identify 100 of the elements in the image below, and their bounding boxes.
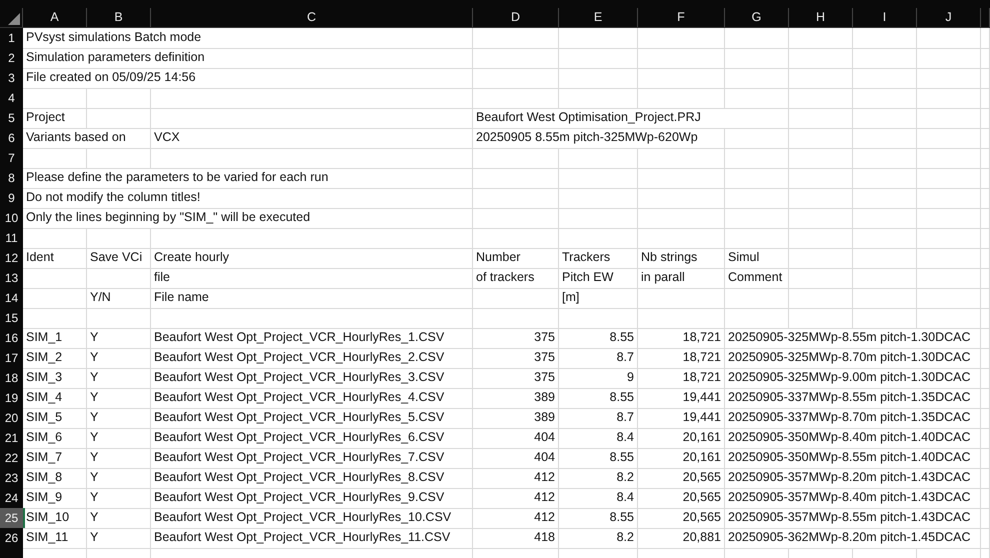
empty-cell xyxy=(789,268,853,289)
empty-cell xyxy=(725,68,789,89)
table-cell: Y xyxy=(87,448,151,469)
table-cell: Pitch EW xyxy=(559,268,638,289)
select-all-icon[interactable] xyxy=(8,13,20,25)
table-cell: 412 xyxy=(473,508,559,529)
empty-cell xyxy=(981,288,990,309)
empty-cell xyxy=(853,228,917,249)
row-number[interactable]: 21 xyxy=(0,428,23,449)
empty-cell xyxy=(917,28,981,49)
table-cell: Beaufort West Opt_Project_VCR_HourlyRes_10.CSV xyxy=(151,508,473,529)
row-number[interactable]: 4 xyxy=(0,88,23,109)
empty-cell xyxy=(981,328,990,349)
table-cell: Y xyxy=(87,408,151,429)
row-number[interactable]: 17 xyxy=(0,348,23,369)
row-number[interactable]: 12 xyxy=(0,248,23,269)
row-number[interactable]: 13 xyxy=(0,268,23,289)
table-cell: 8.55 xyxy=(559,388,638,409)
table-cell: Please define the parameters to be varied for each run xyxy=(23,168,473,189)
row-number[interactable]: 18 xyxy=(0,368,23,389)
row-number[interactable]: 11 xyxy=(0,228,23,249)
table-cell: SIM_11 xyxy=(23,528,87,549)
empty-cell xyxy=(981,448,990,469)
row-number[interactable]: 5 xyxy=(0,108,23,129)
table-cell: Nb strings xyxy=(638,248,725,269)
table-cell: 20250905-350MWp-8.40m pitch-1.40DCAC xyxy=(725,428,981,449)
row-number[interactable]: 7 xyxy=(0,148,23,169)
empty-cell xyxy=(917,128,981,149)
empty-cell xyxy=(917,168,981,189)
empty-cell xyxy=(981,388,990,409)
row-number[interactable]: 26 xyxy=(0,528,23,549)
table-cell: 20250905-325MWp-9.00m pitch-1.30DCAC xyxy=(725,368,981,389)
table-cell: Y xyxy=(87,468,151,489)
table-cell: SIM_8 xyxy=(23,468,87,489)
empty-cell xyxy=(981,188,990,209)
table-cell: Y xyxy=(87,328,151,349)
table-cell: 8.7 xyxy=(559,408,638,429)
row-number[interactable]: 20 xyxy=(0,408,23,429)
column-header[interactable]: B xyxy=(87,8,151,27)
column-header[interactable]: D xyxy=(473,8,559,27)
table-cell: Only the lines beginning by "SIM_" will be executed xyxy=(23,208,473,229)
empty-cell xyxy=(87,268,151,289)
column-header[interactable]: J xyxy=(917,8,981,27)
row-number[interactable]: 16 xyxy=(0,328,23,349)
row-number[interactable]: 6 xyxy=(0,128,23,149)
row-number[interactable]: 15 xyxy=(0,308,23,329)
table-cell: 20,565 xyxy=(638,488,725,509)
column-header[interactable]: A xyxy=(23,8,87,27)
column-header[interactable]: F xyxy=(638,8,725,27)
column-header[interactable]: C xyxy=(151,8,473,27)
empty-cell xyxy=(725,48,789,69)
table-cell: 8.55 xyxy=(559,448,638,469)
empty-cell xyxy=(725,88,789,109)
column-header[interactable]: I xyxy=(853,8,917,27)
table-cell: SIM_6 xyxy=(23,428,87,449)
table-cell: 20250905-325MWp-8.70m pitch-1.30DCAC xyxy=(725,348,981,369)
empty-cell xyxy=(853,108,917,129)
table-cell: 18,721 xyxy=(638,348,725,369)
empty-cell xyxy=(789,248,853,269)
column-header[interactable]: G xyxy=(725,8,789,27)
table-cell: 8.7 xyxy=(559,348,638,369)
empty-cell xyxy=(981,408,990,429)
empty-cell xyxy=(725,148,789,169)
row-number[interactable]: 3 xyxy=(0,68,23,89)
row-number[interactable]: 25 xyxy=(0,508,23,529)
empty-cell xyxy=(917,268,981,289)
empty-cell xyxy=(853,128,917,149)
table-cell: 404 xyxy=(473,448,559,469)
empty-cell xyxy=(853,88,917,109)
table-cell: 20,161 xyxy=(638,448,725,469)
table-cell: 18,721 xyxy=(638,328,725,349)
table-cell: Beaufort West Opt_Project_VCR_HourlyRes_2.CSV xyxy=(151,348,473,369)
table-cell: SIM_10 xyxy=(23,508,87,529)
empty-cell xyxy=(853,268,917,289)
table-cell: file xyxy=(151,268,473,289)
row-number[interactable]: 10 xyxy=(0,208,23,229)
table-cell: PVsyst simulations Batch mode xyxy=(23,28,473,49)
empty-cell xyxy=(917,68,981,89)
table-cell: 375 xyxy=(473,328,559,349)
row-number[interactable]: 23 xyxy=(0,468,23,489)
row-number[interactable]: 8 xyxy=(0,168,23,189)
column-header[interactable]: H xyxy=(789,8,853,27)
table-cell: 389 xyxy=(473,388,559,409)
empty-cell xyxy=(917,228,981,249)
empty-cell xyxy=(789,148,853,169)
empty-cell xyxy=(917,308,981,329)
row-number[interactable]: 1 xyxy=(0,28,23,49)
row-number[interactable]: 19 xyxy=(0,388,23,409)
table-cell: Beaufort West Opt_Project_VCR_HourlyRes_4.CSV xyxy=(151,388,473,409)
empty-cell xyxy=(725,168,789,189)
row-number[interactable]: 24 xyxy=(0,488,23,509)
empty-cell xyxy=(917,188,981,209)
table-cell: Ident xyxy=(23,248,87,269)
row-number[interactable]: 14 xyxy=(0,288,23,309)
row-number[interactable]: 22 xyxy=(0,448,23,469)
row-number[interactable]: 2 xyxy=(0,48,23,69)
column-header[interactable]: E xyxy=(559,8,638,27)
row-number[interactable]: 9 xyxy=(0,188,23,209)
table-cell: 20250905 8.55m pitch-325MWp-620Wp xyxy=(473,128,725,149)
empty-cell xyxy=(981,48,990,69)
